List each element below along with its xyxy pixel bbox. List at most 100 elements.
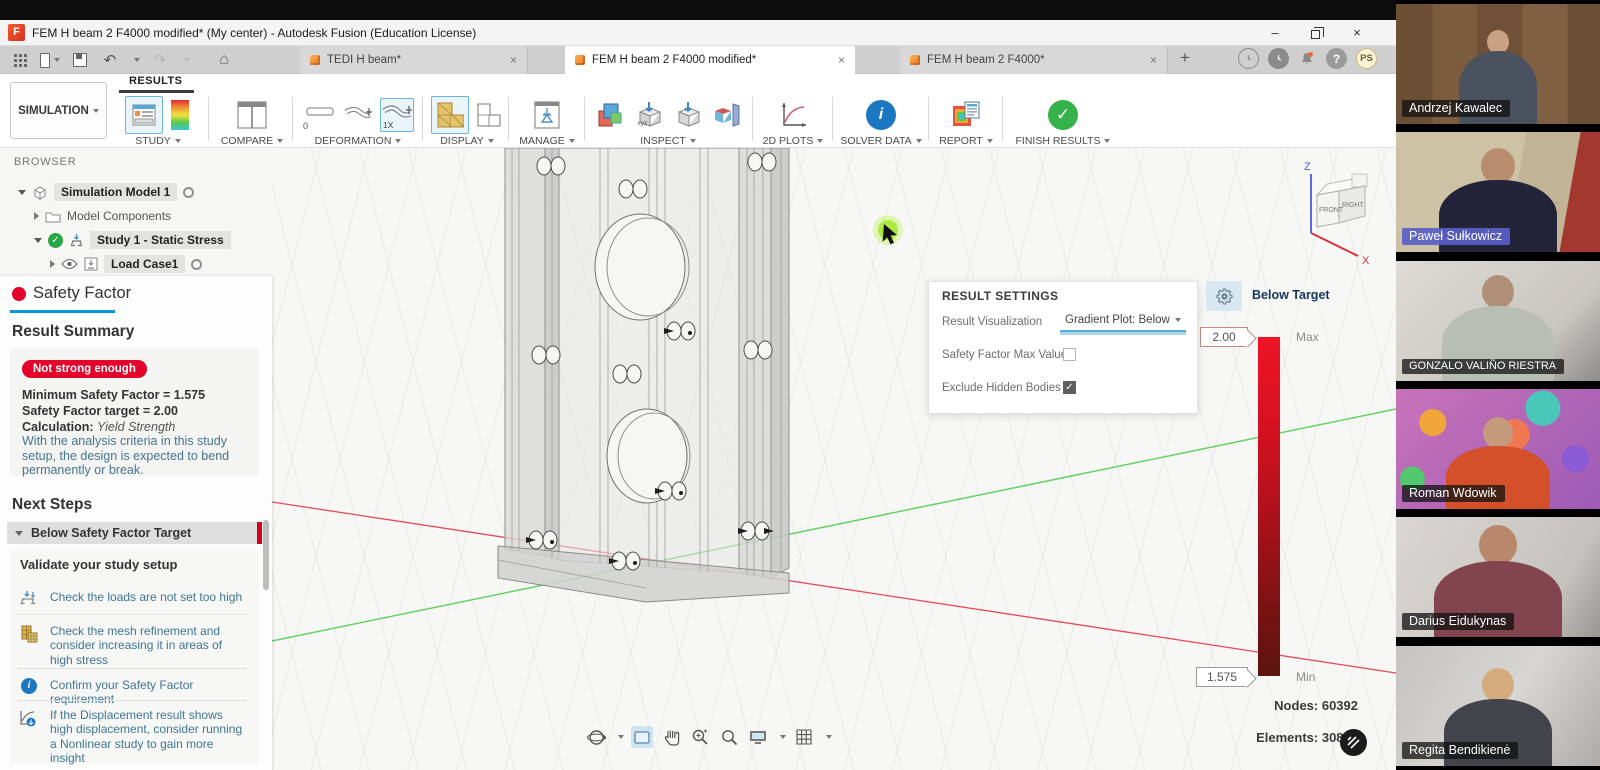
redo-button[interactable] — [150, 50, 170, 70]
notifications-bell-icon[interactable] — [1296, 48, 1317, 69]
result-visualization-dropdown[interactable]: Gradient Plot: Below — [1060, 310, 1186, 332]
legend-max-value-tag[interactable]: 2.00 — [1200, 327, 1248, 347]
visibility-radio-icon[interactable] — [183, 187, 194, 198]
view-cube[interactable]: Z X FRONT RIGHT — [1278, 156, 1396, 274]
chevron-right-icon[interactable] — [50, 260, 55, 268]
participant-video[interactable]: Roman Wdowik — [1396, 389, 1600, 509]
file-menu-button[interactable] — [40, 50, 60, 70]
below-target-group-row[interactable]: Below Safety Factor Target — [7, 522, 262, 544]
viewcube-right-face[interactable]: RIGHT — [1342, 202, 1365, 209]
participant-video[interactable]: Regita Bendikienė — [1396, 646, 1600, 766]
group-deformation: 0 1X DEFORMATION — [298, 95, 418, 147]
manage-icon[interactable] — [530, 98, 564, 132]
participant-video[interactable]: Darius Eidukynas — [1396, 517, 1600, 637]
step-confirm-requirement[interactable]: i Confirm your Safety Factor requirement — [18, 678, 246, 707]
new-tab-button[interactable]: + — [1180, 48, 1190, 68]
deformation-scaled-icon[interactable]: 1X — [380, 98, 414, 132]
chevron-down-icon[interactable] — [34, 238, 42, 243]
tree-item-model-components[interactable]: Model Components — [34, 204, 171, 228]
meeting-overlay-button[interactable] — [1340, 729, 1367, 756]
workspace-selector[interactable]: SIMULATION — [10, 82, 107, 139]
gear-icon — [1216, 288, 1233, 305]
chevron-right-icon[interactable] — [34, 212, 39, 220]
history-icon[interactable] — [1268, 48, 1289, 69]
undo-button[interactable] — [100, 50, 120, 70]
inspect-probe-xyz-icon[interactable]: xyz — [632, 98, 666, 132]
zoom-icon[interactable] — [689, 726, 711, 748]
inspect-probe-icon[interactable] — [671, 98, 705, 132]
display-mesh-icon[interactable] — [431, 96, 469, 134]
document-cube-icon — [575, 55, 585, 65]
tab-tedi-h-beam[interactable]: TEDI H beam* × — [300, 46, 528, 74]
panel-scrollbar[interactable] — [263, 520, 269, 590]
viewcube-front-face[interactable]: FRONT — [1319, 207, 1344, 214]
participant-name: GONZALO VALIÑO RIESTRA — [1402, 359, 1564, 374]
display-settings-caret-icon[interactable] — [780, 735, 786, 739]
tab-label: FEM H beam 2 F4000* — [927, 54, 1045, 66]
safety-factor-max-value-label: Safety Factor Max Value — [942, 349, 1067, 361]
inspect-slice-icon[interactable] — [710, 98, 744, 132]
solver-data-icon[interactable]: i — [864, 98, 898, 132]
document-cube-icon — [310, 55, 320, 65]
top-black-strip — [0, 0, 1396, 20]
pan-icon[interactable] — [660, 726, 682, 748]
2d-plots-icon[interactable] — [776, 98, 810, 132]
grid-settings-caret-icon[interactable] — [826, 735, 832, 739]
dropdown-caret-icon — [569, 139, 575, 143]
redo-caret-icon[interactable] — [184, 58, 190, 62]
participant-slot: GONZALO VALIÑO RIESTRA — [1396, 257, 1600, 385]
app-grid-icon[interactable] — [10, 50, 30, 70]
undo-caret-icon[interactable] — [134, 58, 140, 62]
inspect-legend-icon[interactable] — [593, 98, 627, 132]
step-nonlinear-study[interactable]: If the Displacement result shows high di… — [18, 708, 246, 766]
look-at-icon[interactable] — [631, 726, 653, 748]
grid-settings-icon[interactable] — [793, 726, 815, 748]
participant-video[interactable]: GONZALO VALIÑO RIESTRA — [1396, 261, 1600, 381]
step-check-loads[interactable]: Check the loads are not set too high — [18, 590, 246, 608]
tab-close-icon[interactable]: × — [824, 53, 845, 67]
ribbon-tab-results[interactable]: RESULTS — [129, 75, 182, 87]
legend-settings-button[interactable] — [1206, 281, 1242, 311]
deformation-actual-icon[interactable] — [341, 98, 375, 132]
study-results-icon[interactable] — [125, 96, 163, 134]
display-bodies-icon[interactable] — [474, 98, 504, 132]
next-steps-heading: Next Steps — [12, 496, 92, 514]
tab-close-icon[interactable]: × — [1136, 53, 1157, 67]
chevron-down-icon[interactable] — [18, 190, 26, 195]
deformation-undeformed-icon[interactable]: 0 — [302, 98, 336, 132]
calculation-line: Calculation: Yield Strength — [22, 420, 175, 434]
orbit-icon[interactable] — [585, 726, 607, 748]
tab-close-icon[interactable]: × — [496, 53, 517, 67]
tree-item-load-case1[interactable]: Load Case1 — [50, 252, 202, 276]
group-report: REPORT — [934, 95, 998, 147]
finish-results-icon[interactable]: ✓ — [1046, 98, 1080, 132]
job-status-icon[interactable] — [1238, 48, 1259, 69]
tree-item-study1[interactable]: ✓ Study 1 - Static Stress — [34, 228, 231, 252]
eye-icon[interactable] — [61, 258, 78, 270]
dropdown-caret-icon — [395, 139, 401, 143]
restore-button[interactable] — [1298, 20, 1332, 46]
tab-fem-h-beam-modified[interactable]: FEM H beam 2 F4000 modified* × — [565, 46, 855, 74]
orbit-caret-icon[interactable] — [618, 735, 624, 739]
visibility-radio-icon[interactable] — [191, 259, 202, 270]
participant-silhouette — [1479, 525, 1517, 565]
tab-fem-h-beam[interactable]: FEM H beam 2 F4000* × — [900, 46, 1168, 74]
display-settings-icon[interactable] — [747, 726, 769, 748]
save-button[interactable] — [70, 50, 90, 70]
step-check-mesh[interactable]: Check the mesh refinement and consider i… — [18, 624, 246, 667]
safety-factor-max-value-checkbox[interactable] — [1063, 348, 1076, 361]
close-button[interactable]: × — [1340, 20, 1374, 46]
exclude-hidden-bodies-checkbox[interactable]: ✓ — [1063, 381, 1076, 394]
participant-video[interactable]: Andrzej Kawalec — [1396, 4, 1600, 124]
tree-item-simulation-model[interactable]: Simulation Model 1 — [18, 180, 194, 204]
legend-min-value-tag[interactable]: 1.575 — [1196, 667, 1248, 687]
user-avatar[interactable]: PS — [1356, 48, 1377, 69]
fit-icon[interactable] — [718, 726, 740, 748]
home-view-button[interactable] — [214, 50, 234, 70]
report-icon[interactable] — [949, 98, 983, 132]
study-colorbar-icon[interactable] — [168, 98, 192, 132]
minimize-button[interactable]: – — [1258, 20, 1292, 46]
help-icon[interactable]: ? — [1326, 48, 1347, 69]
participant-video[interactable]: Paweł Sułkowicz — [1396, 132, 1600, 252]
compare-icon[interactable] — [235, 98, 269, 132]
